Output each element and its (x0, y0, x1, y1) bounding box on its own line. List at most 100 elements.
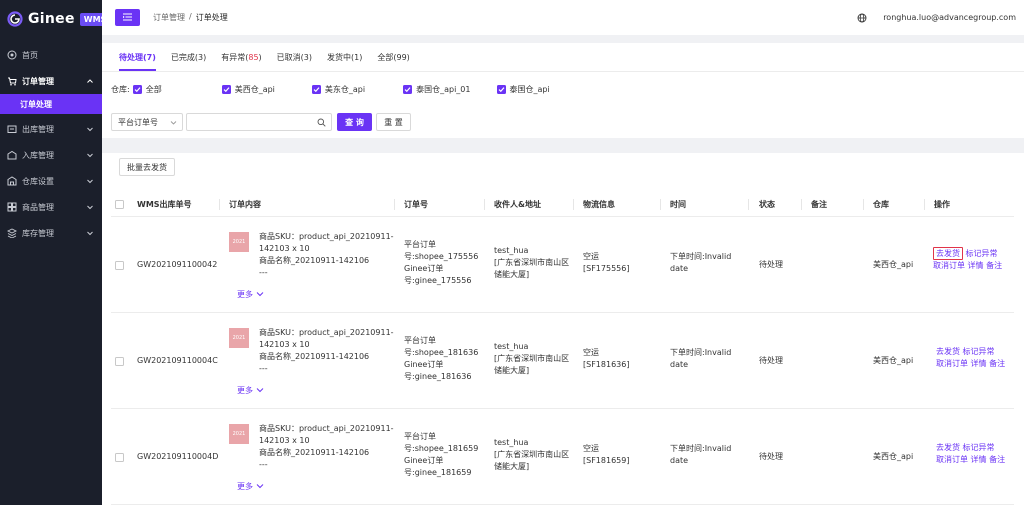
product-sku: 商品SKU：product_api_20210911- (259, 232, 394, 241)
mark-exception-link[interactable]: 标记异常 (966, 249, 998, 258)
checkbox-checked-icon[interactable] (496, 85, 506, 94)
status-text: 待处理 (759, 452, 783, 461)
ship-link[interactable]: 去发货 (933, 247, 963, 260)
cancel-order-link[interactable]: 取消订单 (933, 261, 965, 270)
tab-completed[interactable]: 已完成(3) (171, 43, 213, 71)
sidebar-item-order-management[interactable]: 订单管理 (0, 68, 102, 94)
product-extra: --- (259, 460, 268, 469)
warehouse-option-thailand-01[interactable]: 泰国仓_api_01 (403, 84, 471, 95)
platform-order-label: 平台订单 (404, 240, 436, 249)
globe-icon[interactable] (857, 13, 867, 23)
sidebar-item-warehouse-settings[interactable]: 仓库设置 (0, 168, 102, 194)
remark-link[interactable]: 备注 (989, 455, 1005, 464)
warehouse-option-label: 全部 (145, 85, 162, 94)
sidebar-item-inventory[interactable]: 库存管理 (0, 220, 102, 246)
warehouse-option-us-west[interactable]: 美西仓_api (221, 84, 275, 95)
table-row[interactable]: GW2021091100042 2021 商品SKU：product_api_2… (111, 217, 1014, 313)
goods-icon (7, 202, 17, 212)
menu-toggle-button[interactable] (115, 9, 140, 26)
details-link[interactable]: 详情 (971, 359, 987, 368)
column-header: 备注 (811, 200, 827, 209)
sidebar-item-label: 库存管理 (22, 228, 54, 238)
tracking-number: [SF181659] (583, 456, 630, 465)
tab-pending[interactable]: 待处理(7) (119, 43, 163, 71)
column-header: WMS出库单号 (137, 200, 192, 209)
row-checkbox[interactable] (115, 261, 124, 270)
remark-link[interactable]: 备注 (989, 359, 1005, 368)
checkbox-checked-icon[interactable] (311, 85, 321, 94)
tab-exception[interactable]: 有异常(85) (221, 43, 268, 71)
batch-ship-button[interactable]: 批量去发货 (119, 158, 175, 176)
warehouse-option-us-east[interactable]: 美东仓_api (311, 84, 365, 95)
orders-table-panel: 批量去发货 WMS出库单号 订单内容 订单号 收件人&地址 物流信息 时间 状态… (102, 153, 1024, 505)
cancel-order-link[interactable]: 取消订单 (936, 455, 968, 464)
more-toggle[interactable]: 更多 (237, 481, 264, 492)
ship-link[interactable]: 去发货 (936, 347, 960, 356)
tracking-number: [SF181636] (583, 360, 630, 369)
logistics-info: 空运 [SF175556] (583, 251, 629, 275)
chevron-down-icon (86, 177, 94, 185)
product-sku-qty: 142103 x 10 (259, 244, 310, 253)
ginee-order-number: 号:ginee_181659 (404, 468, 472, 477)
tab-all[interactable]: 全部(99) (377, 43, 416, 71)
search-icon[interactable] (317, 118, 326, 127)
product-extra: --- (259, 268, 268, 277)
column-header: 操作 (934, 200, 950, 209)
tab-shipping[interactable]: 发货中(1) (327, 43, 369, 71)
search-button[interactable]: 查 询 (337, 113, 372, 131)
recipient-address-line: 储能大厦] (494, 366, 530, 375)
details-link[interactable]: 详情 (971, 455, 987, 464)
sidebar-item-outbound[interactable]: 出库管理 (0, 116, 102, 142)
sidebar-item-home[interactable]: 首页 (0, 42, 102, 68)
more-label: 更多 (237, 290, 253, 299)
cancel-order-link[interactable]: 取消订单 (936, 359, 968, 368)
table-row[interactable]: GW202109110004D 2021 商品SKU：product_api_2… (111, 409, 1014, 505)
sidebar-item-goods[interactable]: 商品管理 (0, 194, 102, 220)
remark-link[interactable]: 备注 (986, 261, 1002, 270)
checkbox-checked-icon[interactable] (403, 85, 413, 94)
product-thumbnail: 2021 (229, 424, 249, 444)
ginee-order-number: 号:ginee_175556 (404, 276, 472, 285)
row-actions: 去发货 标记异常 取消订单 详情 备注 (936, 346, 1005, 370)
select-all-checkbox[interactable] (115, 200, 124, 209)
sidebar-item-inbound[interactable]: 入库管理 (0, 142, 102, 168)
sidebar-subitem-order-processing[interactable]: 订单处理 (0, 94, 102, 114)
more-toggle[interactable]: 更多 (237, 385, 264, 396)
top-header: 订单管理 / 订单处理 ronghua.luo@advancegroup.com (102, 0, 1024, 35)
chevron-down-icon (256, 290, 264, 299)
product-name: 商品名称_20210911-142106 (259, 256, 370, 265)
reset-button[interactable]: 重 置 (376, 113, 411, 131)
checkbox-checked-icon[interactable] (221, 85, 231, 94)
search-input[interactable] (186, 113, 332, 131)
sidebar: Ginee WMS 首页 订单管理 订单处理 出库管理 入库管理 仓库设置 商品… (0, 0, 111, 505)
more-toggle[interactable]: 更多 (237, 289, 264, 300)
platform-order-number: 号:shopee_181659 (404, 444, 479, 453)
table-row[interactable]: GW202109110004C 2021 商品SKU：product_api_2… (111, 313, 1014, 409)
tab-cancelled[interactable]: 已取消(3) (277, 43, 319, 71)
row-checkbox[interactable] (115, 357, 124, 366)
order-time-label: 下单时间:Invalid (670, 444, 732, 453)
recipient-address-line: [广东省深圳市南山区 (494, 450, 570, 459)
ginee-logo-icon (7, 11, 23, 27)
mark-exception-link[interactable]: 标记异常 (963, 347, 995, 356)
user-email[interactable]: ronghua.luo@advancegroup.com (883, 13, 1016, 22)
sidebar-item-label: 商品管理 (22, 202, 54, 212)
checkbox-checked-icon[interactable] (132, 85, 142, 94)
warehouse-option-all[interactable]: 全部 (132, 84, 162, 95)
logo[interactable]: Ginee WMS (0, 0, 111, 38)
select-value: 平台订单号 (118, 117, 158, 127)
app-name: Ginee (28, 11, 75, 27)
row-checkbox[interactable] (115, 453, 124, 462)
breadcrumb: 订单管理 / 订单处理 (153, 12, 228, 23)
search-field-select[interactable]: 平台订单号 (111, 113, 183, 131)
main-content: 待处理(7) 已完成(3) 有异常(85) 已取消(3) 发货中(1) 全部(9… (102, 43, 1024, 505)
breadcrumb-item[interactable]: 订单管理 (153, 12, 185, 23)
table-header: WMS出库单号 订单内容 订单号 收件人&地址 物流信息 时间 状态 备注 仓库… (111, 192, 1014, 217)
details-link[interactable]: 详情 (968, 261, 984, 270)
warehouse-option-thailand[interactable]: 泰国仓_api (496, 84, 550, 95)
inventory-icon (7, 228, 17, 238)
ship-link[interactable]: 去发货 (936, 443, 960, 452)
product-thumbnail: 2021 (229, 328, 249, 348)
inbound-icon (7, 150, 17, 160)
mark-exception-link[interactable]: 标记异常 (963, 443, 995, 452)
